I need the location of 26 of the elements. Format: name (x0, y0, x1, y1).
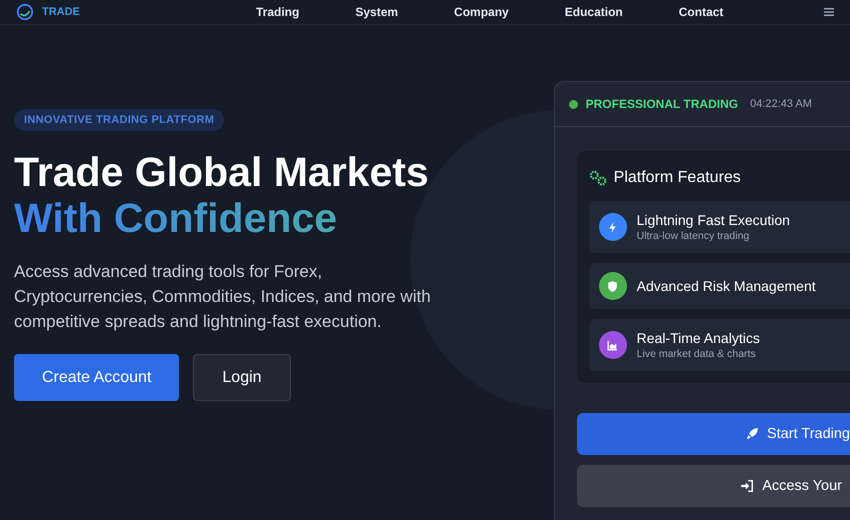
gears-icon (588, 170, 608, 186)
nav-link[interactable]: System (355, 5, 398, 19)
nav-link[interactable]: Trading (256, 5, 300, 19)
create-account-button[interactable]: Create Account (14, 354, 180, 401)
hero-title: Trade Global Markets (14, 149, 429, 195)
nav-link[interactable]: Contact (678, 5, 724, 19)
login-button[interactable]: Login (193, 354, 291, 401)
start-trading-button[interactable]: Start Trading (576, 413, 850, 455)
menu-icon[interactable] (824, 7, 834, 17)
hero-description: Access advanced trading tools for Forex, Cryptocurrencies, Commodities, Indices, and more with competitive spreads and lightning-fast execution. (14, 261, 432, 333)
feature-subtitle: Ultra-low latency trading (636, 230, 750, 242)
rocket-icon (744, 427, 759, 441)
feature-title: Lightning Fast Execution (636, 212, 790, 228)
nav-link[interactable]: Company (454, 5, 509, 19)
feature-subtitle: Live market data & charts (636, 348, 757, 360)
sign-in-icon (740, 479, 754, 493)
badge: INNOVATIVE TRADING PLATFORM (14, 109, 224, 131)
feature-title: Real-Time Analytics (636, 330, 760, 346)
access-account-button[interactable]: Access Your (576, 465, 850, 507)
status-label: PROFESSIONAL TRADING (586, 97, 738, 111)
logo-text: TRADE (42, 6, 80, 18)
nav-link[interactable]: Education (564, 5, 623, 19)
logo-icon (16, 3, 34, 21)
features-title: Platform Features (614, 169, 741, 187)
clock-time: 04:22:43 AM (750, 98, 812, 110)
feature-title: Advanced Risk Management (636, 278, 816, 294)
